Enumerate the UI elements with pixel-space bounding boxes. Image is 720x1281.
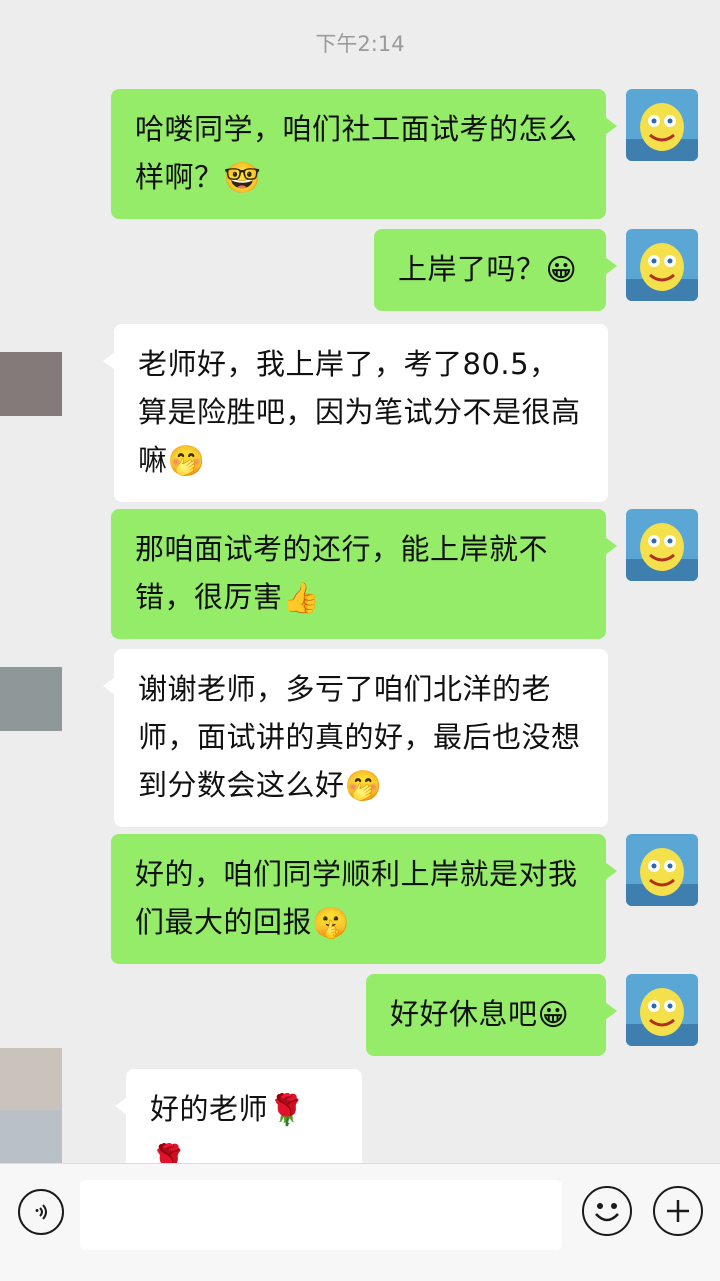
self-avatar[interactable] [626, 974, 698, 1046]
other-avatar[interactable] [0, 1048, 62, 1110]
message-input[interactable] [80, 1180, 562, 1250]
message-text: 哈喽同学，咱们社工面试考的怎么样啊？ [135, 112, 578, 194]
voice-icon [35, 1204, 47, 1220]
message-bubble-outgoing[interactable]: 上岸了吗？😀 [374, 229, 617, 311]
message-text: 好好休息吧 [390, 997, 538, 1031]
input-bar [0, 1163, 720, 1281]
nerd-face-icon: 🤓 [223, 161, 262, 196]
sponge-avatar-icon [626, 509, 698, 581]
self-avatar[interactable] [626, 509, 698, 581]
plus-icon [667, 1200, 689, 1222]
plus-button[interactable] [653, 1186, 703, 1236]
self-avatar[interactable] [626, 229, 698, 301]
message-bubble-outgoing[interactable]: 哈喽同学，咱们社工面试考的怎么样啊？🤓 [111, 89, 617, 219]
message-bubble-outgoing[interactable]: 那咱面试考的还行，能上岸就不错，很厉害👍 [111, 509, 617, 639]
voice-button[interactable] [18, 1189, 64, 1235]
sponge-avatar-icon [626, 974, 698, 1046]
smile-face-icon: 😀 [537, 998, 570, 1033]
sponge-avatar-icon [626, 229, 698, 301]
other-avatar[interactable] [0, 667, 62, 731]
message-text: 好的老师 [150, 1092, 269, 1126]
self-avatar[interactable] [626, 89, 698, 161]
shush-face-icon: 🤫 [312, 906, 350, 941]
message-bubble-outgoing[interactable]: 好的，咱们同学顺利上岸就是对我们最大的回报🤫 [111, 834, 617, 964]
other-avatar[interactable] [0, 352, 62, 416]
sponge-avatar-icon [626, 89, 698, 161]
other-avatar-lower [0, 1110, 62, 1164]
thumbs-up-icon: 👍 [282, 581, 321, 616]
sponge-avatar-icon [626, 834, 698, 906]
smile-face-icon: 😀 [545, 253, 578, 288]
message-bubble-incoming[interactable]: 谢谢老师，多亏了咱们北洋的老师，面试讲的真的好，最后也没想到分数会这么好🤭 [103, 649, 608, 827]
message-bubble-incoming[interactable]: 老师好，我上岸了，考了80.5，算是险胜吧，因为笔试分不是很高嘛🤭 [103, 324, 608, 502]
message-bubble-outgoing[interactable]: 好好休息吧😀 [366, 974, 617, 1056]
emoji-face-icon [595, 1203, 619, 1222]
self-avatar[interactable] [626, 834, 698, 906]
message-text: 上岸了吗？ [398, 252, 546, 286]
emoji-button[interactable] [582, 1186, 632, 1236]
message-text: 那咱面试考的还行，能上岸就不错，很厉害 [135, 532, 549, 614]
timestamp: 下午2:14 [315, 32, 405, 56]
facepalm-face-icon: 🤭 [167, 444, 206, 479]
message-text: 好的，咱们同学顺利上岸就是对我们最大的回报 [135, 857, 578, 939]
facepalm-face-icon: 🤭 [344, 769, 383, 804]
